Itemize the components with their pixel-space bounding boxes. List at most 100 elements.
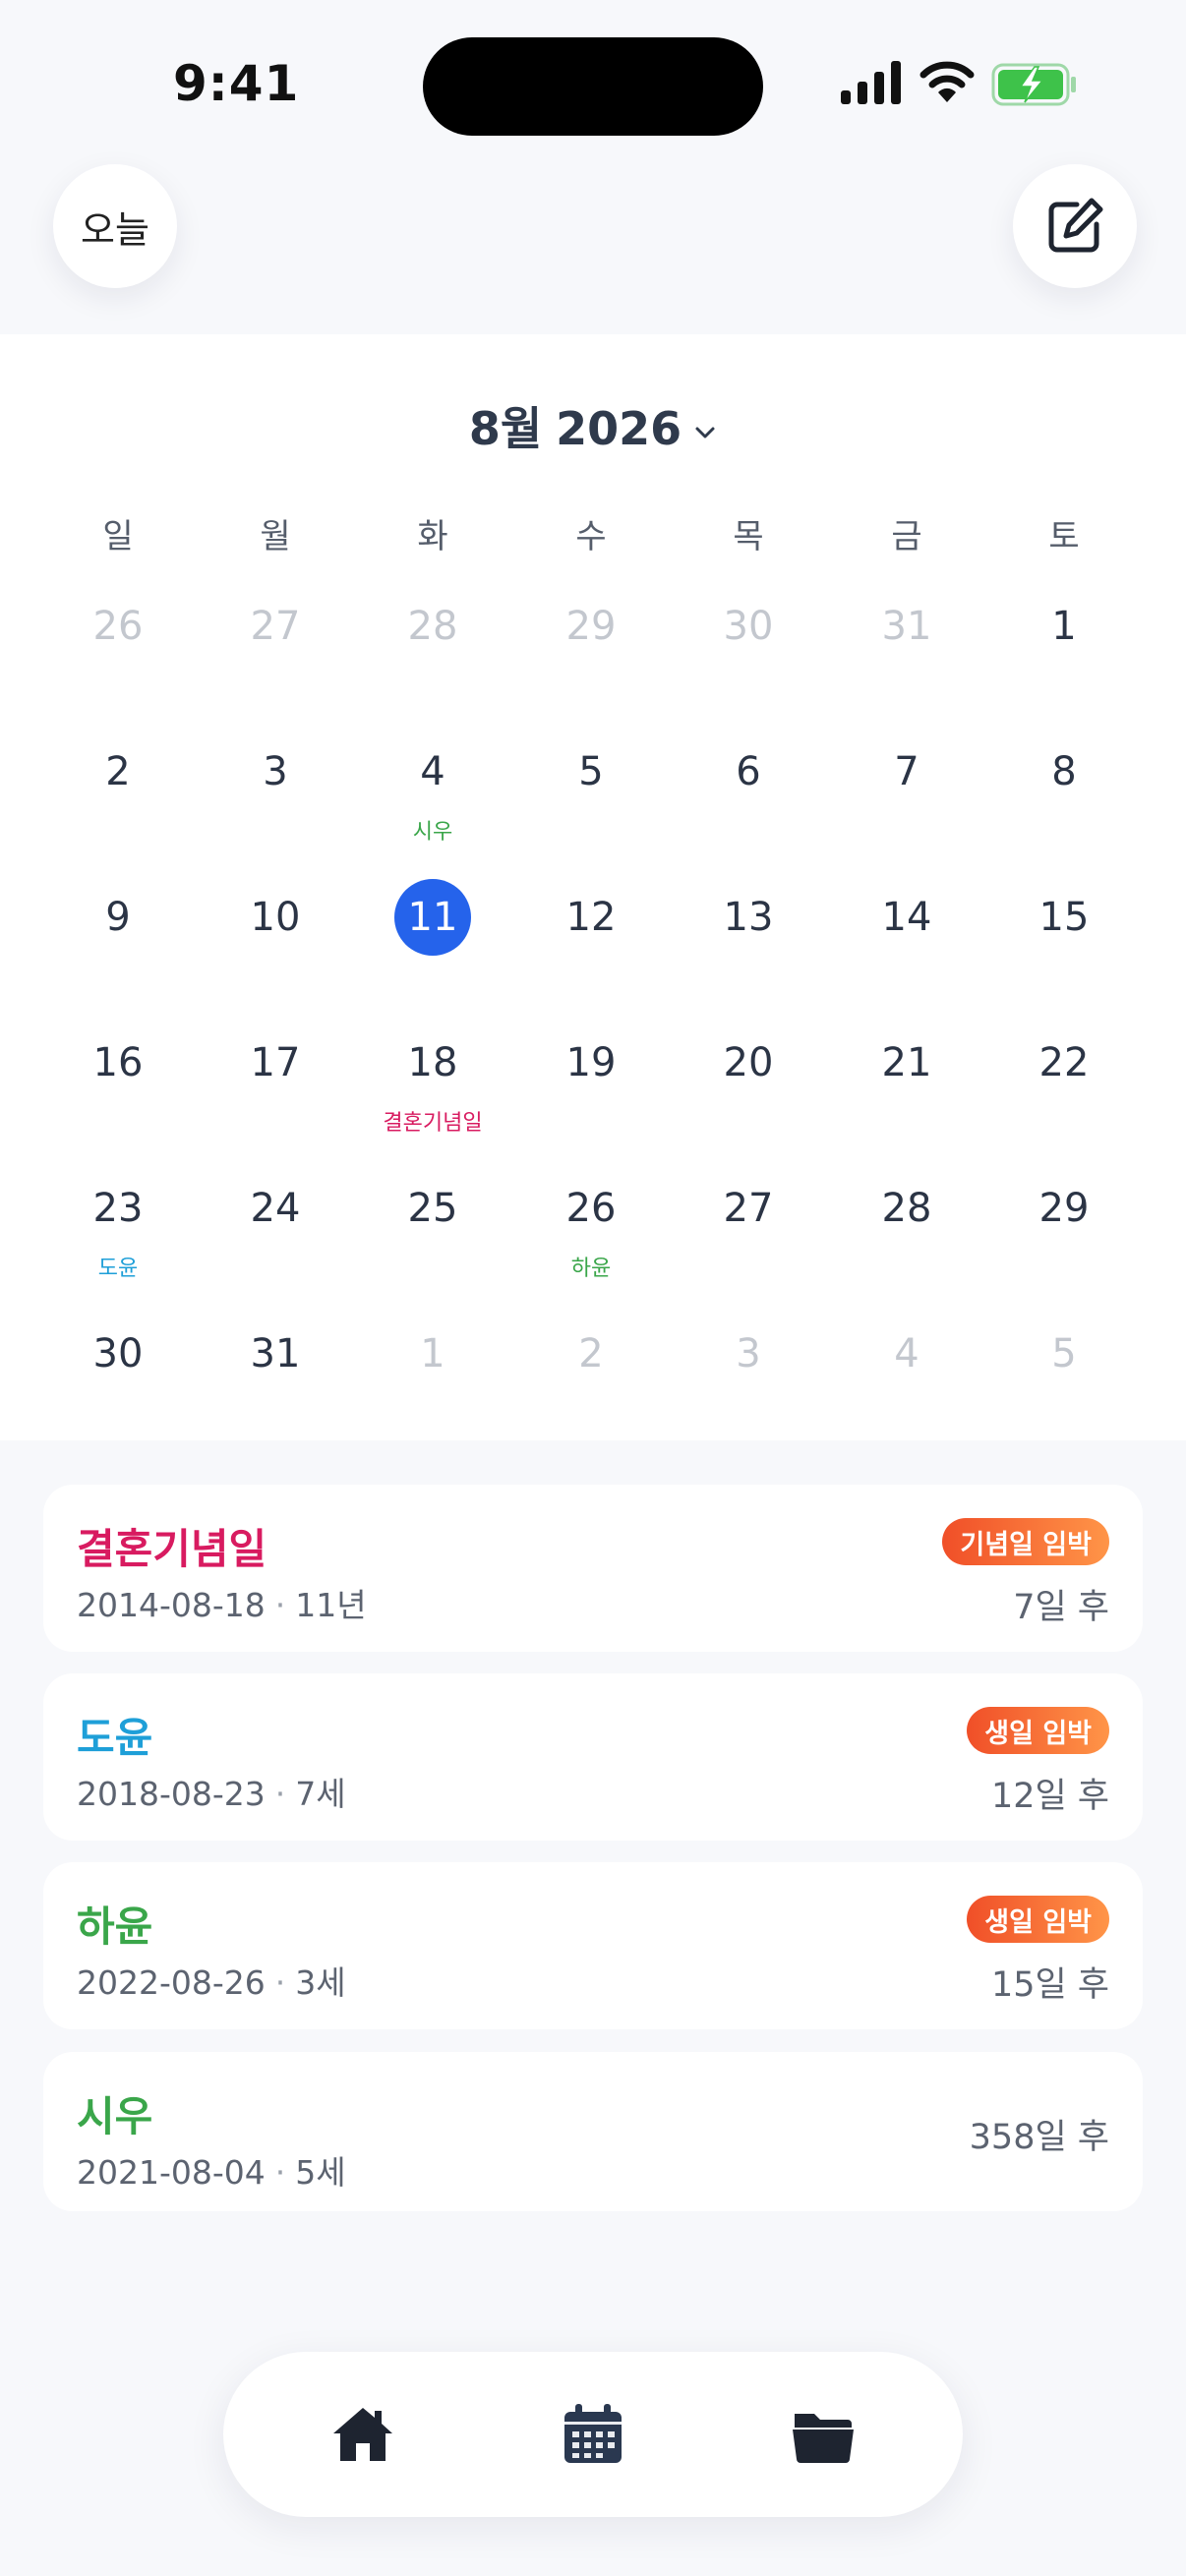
day-number: 15 bbox=[1038, 895, 1090, 940]
day-number: 19 bbox=[565, 1040, 617, 1085]
event-countdown: 358일 후 bbox=[969, 2118, 1109, 2157]
day-cell[interactable]: 19 bbox=[512, 1025, 670, 1170]
tab-home[interactable] bbox=[237, 2364, 489, 2505]
weekday-header: 일월화수목금토 bbox=[0, 509, 1186, 558]
day-cell[interactable]: 10 bbox=[197, 879, 354, 1025]
day-cell[interactable]: 7 bbox=[828, 733, 985, 879]
day-cell[interactable]: 9 bbox=[39, 879, 197, 1025]
event-date: 2022-08-26 bbox=[77, 1963, 266, 2002]
day-number: 21 bbox=[881, 1040, 932, 1085]
day-cell[interactable]: 26 하윤 bbox=[512, 1170, 670, 1316]
day-cell[interactable]: 3 bbox=[670, 1316, 827, 1461]
folder-icon bbox=[793, 2414, 854, 2463]
day-cell[interactable]: 21 bbox=[828, 1025, 985, 1170]
event-date: 2018-08-23 bbox=[77, 1775, 266, 1813]
day-number: 4 bbox=[420, 749, 445, 794]
day-cell[interactable]: 20 bbox=[670, 1025, 827, 1170]
compose-button[interactable] bbox=[1013, 164, 1137, 288]
day-cell[interactable]: 4 bbox=[828, 1316, 985, 1461]
day-number: 22 bbox=[1038, 1040, 1090, 1085]
day-number: 14 bbox=[881, 895, 932, 940]
day-cell[interactable]: 3 bbox=[197, 733, 354, 879]
event-card[interactable]: 시우 2021-08-04 · 5세 358일 후 bbox=[43, 2052, 1143, 2211]
event-name: 도윤 bbox=[77, 1714, 153, 1762]
today-button[interactable]: 오늘 bbox=[53, 164, 177, 288]
day-number: 10 bbox=[250, 895, 301, 940]
day-number: 16 bbox=[92, 1040, 144, 1085]
day-cell[interactable]: 8 bbox=[985, 733, 1143, 879]
tab-folder[interactable] bbox=[697, 2364, 949, 2505]
day-number: 12 bbox=[565, 895, 617, 940]
day-cell[interactable]: 2 bbox=[39, 733, 197, 879]
day-number: 5 bbox=[1051, 1331, 1077, 1376]
day-cell[interactable]: 28 bbox=[354, 588, 511, 733]
day-cell[interactable]: 30 bbox=[39, 1316, 197, 1461]
day-cell[interactable]: 5 bbox=[985, 1316, 1143, 1461]
day-number: 13 bbox=[723, 895, 774, 940]
day-cell[interactable]: 16 bbox=[39, 1025, 197, 1170]
weekday-label: 수 bbox=[575, 517, 607, 556]
day-cell[interactable]: 24 bbox=[197, 1170, 354, 1316]
day-number: 5 bbox=[578, 749, 604, 794]
event-card[interactable]: 하윤 2022-08-26 · 3세 생일 임박 15일 후 bbox=[43, 1862, 1143, 2029]
day-event-label: 하윤 bbox=[570, 1257, 612, 1281]
day-number: 29 bbox=[1038, 1186, 1090, 1231]
event-date: 2021-08-04 bbox=[77, 2153, 266, 2192]
event-meta: 2022-08-26 · 3세 bbox=[77, 1957, 346, 2004]
event-countdown: 7일 후 bbox=[1013, 1588, 1109, 1627]
day-cell[interactable]: 13 bbox=[670, 879, 827, 1025]
tab-calendar[interactable] bbox=[467, 2364, 719, 2505]
month-label: 8월 bbox=[468, 402, 543, 455]
home-icon bbox=[333, 2408, 392, 2461]
event-card[interactable]: 결혼기념일 2014-08-18 · 11년 기념일 임박 7일 후 bbox=[43, 1485, 1143, 1652]
day-cell[interactable]: 27 bbox=[670, 1170, 827, 1316]
meta-separator: · bbox=[274, 1775, 286, 1813]
day-cell[interactable]: 28 bbox=[828, 1170, 985, 1316]
dynamic-island bbox=[423, 37, 763, 136]
meta-separator: · bbox=[274, 1963, 286, 2002]
event-card[interactable]: 도윤 2018-08-23 · 7세 생일 임박 12일 후 bbox=[43, 1673, 1143, 1841]
weekday-label: 금 bbox=[891, 517, 922, 556]
day-number: 30 bbox=[723, 604, 774, 649]
upcoming-badge: 생일 임박 bbox=[967, 1896, 1109, 1943]
event-meta: 2014-08-18 · 11년 bbox=[77, 1579, 367, 1626]
day-cell[interactable]: 6 bbox=[670, 733, 827, 879]
day-cell[interactable]: 23 도윤 bbox=[39, 1170, 197, 1316]
day-cell[interactable]: 31 bbox=[197, 1316, 354, 1461]
day-cell[interactable]: 18 결혼기념일 bbox=[354, 1025, 511, 1170]
day-cell[interactable]: 30 bbox=[670, 588, 827, 733]
day-cell[interactable]: 1 bbox=[985, 588, 1143, 733]
day-number: 9 bbox=[105, 895, 131, 940]
day-cell[interactable]: 27 bbox=[197, 588, 354, 733]
day-number: 28 bbox=[881, 1186, 932, 1231]
day-cell[interactable]: 14 bbox=[828, 879, 985, 1025]
weekday-label: 목 bbox=[733, 517, 764, 556]
day-number: 1 bbox=[1051, 604, 1077, 649]
event-age: 11년 bbox=[295, 1586, 367, 1624]
day-cell[interactable]: 15 bbox=[985, 879, 1143, 1025]
day-cell[interactable]: 31 bbox=[828, 588, 985, 733]
weekday-label: 일 bbox=[102, 517, 134, 556]
upcoming-badge: 생일 임박 bbox=[967, 1707, 1109, 1754]
day-cell[interactable]: 12 bbox=[512, 879, 670, 1025]
day-cell[interactable]: 2 bbox=[512, 1316, 670, 1461]
day-cell[interactable]: 5 bbox=[512, 733, 670, 879]
day-number: 3 bbox=[263, 749, 288, 794]
day-cell[interactable]: 29 bbox=[512, 588, 670, 733]
day-cell[interactable]: 1 bbox=[354, 1316, 511, 1461]
event-countdown: 15일 후 bbox=[990, 1965, 1109, 2005]
day-cell[interactable]: 26 bbox=[39, 588, 197, 733]
month-picker[interactable]: 8월 2026 bbox=[0, 393, 1186, 458]
day-cell[interactable]: 22 bbox=[985, 1025, 1143, 1170]
day-cell[interactable]: 25 bbox=[354, 1170, 511, 1316]
day-number: 7 bbox=[894, 749, 919, 794]
day-cell[interactable]: 11 bbox=[354, 879, 511, 1025]
day-number: 27 bbox=[250, 604, 301, 649]
battery-charging-icon bbox=[991, 63, 1076, 106]
day-cell[interactable]: 29 bbox=[985, 1170, 1143, 1316]
day-cell[interactable]: 4 시우 bbox=[354, 733, 511, 879]
day-cell[interactable]: 17 bbox=[197, 1025, 354, 1170]
day-number: 2 bbox=[105, 749, 131, 794]
day-number: 6 bbox=[736, 749, 761, 794]
event-age: 5세 bbox=[295, 2153, 346, 2192]
